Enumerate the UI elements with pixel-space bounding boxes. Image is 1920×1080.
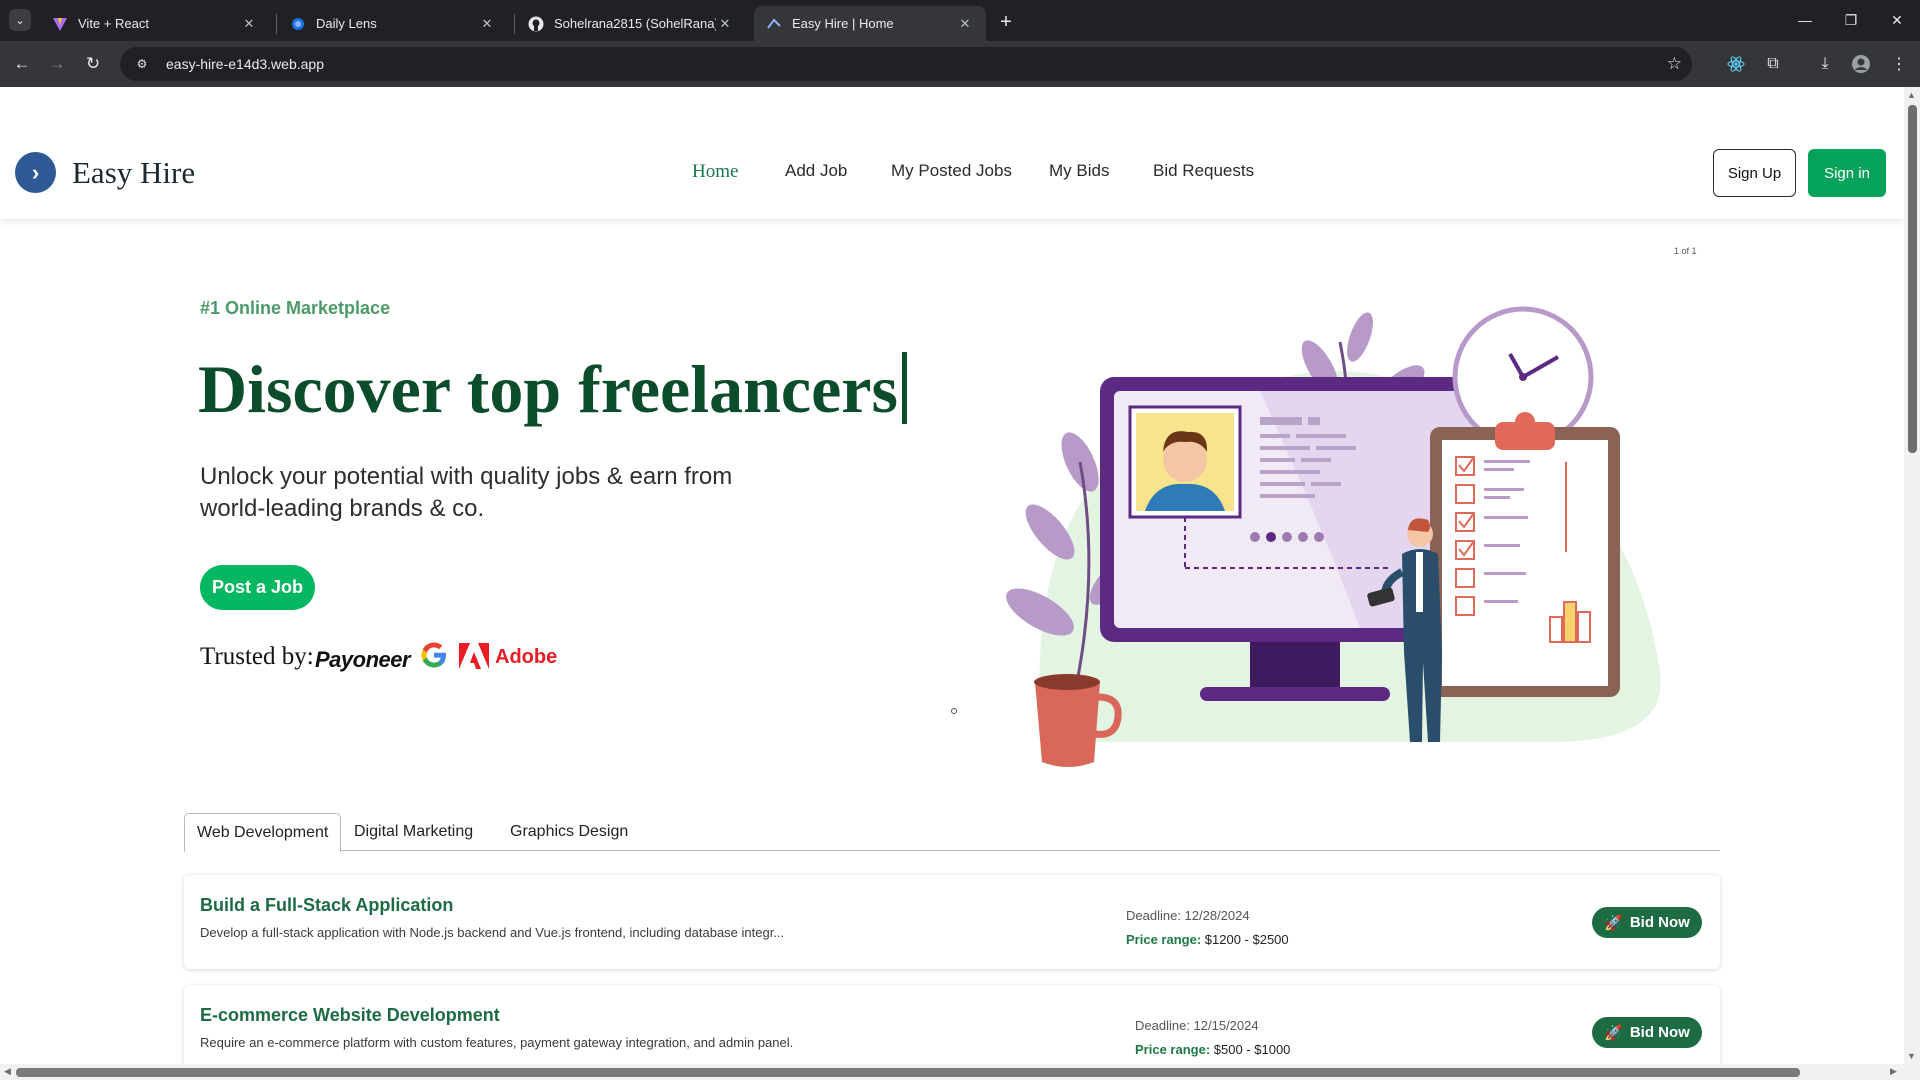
payoneer-logo: Payoneer <box>315 647 411 672</box>
downloads-icon[interactable]: ⤓ <box>1813 52 1837 76</box>
google-logo-icon <box>418 639 450 676</box>
trusted-by-label: Trusted by: <box>200 643 314 670</box>
tab-divider <box>276 14 277 34</box>
tab-web-development[interactable]: Web Development <box>184 813 342 852</box>
tab-title: Easy Hire | Home <box>792 16 894 31</box>
scroll-down-arrow-icon[interactable]: ▼ <box>1907 1051 1916 1061</box>
horizontal-scrollbar[interactable]: ◀ ▶ <box>0 1064 1920 1080</box>
close-window-icon[interactable]: ✕ <box>1874 8 1920 32</box>
horizontal-scroll-thumb[interactable] <box>16 1068 1800 1077</box>
adobe-logo-icon <box>459 643 489 674</box>
vite-icon <box>52 16 68 32</box>
job-card: Build a Full-Stack Application Develop a… <box>184 875 1720 969</box>
tab-title: Daily Lens <box>316 16 377 31</box>
url-text[interactable]: easy-hire-e14d3.web.app <box>166 56 324 72</box>
extensions-icon[interactable]: ⧉ <box>1761 52 1785 76</box>
vertical-scrollbar[interactable]: ▲ ▼ <box>1904 87 1920 1064</box>
tab-divider <box>514 14 515 34</box>
post-a-job-button[interactable]: Post a Job <box>200 565 315 610</box>
profile-avatar-icon[interactable] <box>1849 52 1873 76</box>
forward-icon[interactable]: → <box>43 50 71 78</box>
nav-my-bids[interactable]: My Bids <box>1049 161 1109 181</box>
tab-search-dropdown[interactable]: ⌄ <box>9 9 31 31</box>
globe-icon <box>290 16 306 32</box>
new-tab-icon[interactable]: + <box>994 10 1018 34</box>
scroll-right-arrow-icon[interactable]: ▶ <box>1890 1066 1897 1077</box>
back-icon[interactable]: ← <box>8 50 36 78</box>
price-label: Price range: <box>1135 1042 1211 1057</box>
minimize-icon[interactable]: — <box>1782 8 1828 32</box>
github-icon <box>528 16 544 32</box>
hero-eyebrow: #1 Online Marketplace <box>200 298 391 318</box>
close-icon[interactable]: ✕ <box>478 15 496 33</box>
browser-toolbar: ← → ↻ ⚙ easy-hire-e14d3.web.app ☆ ⧉ ⤓ ⋮ <box>0 41 1920 87</box>
tab-title: Vite + React <box>78 16 149 31</box>
browser-tabstrip: ⌄ Vite + React ✕ Daily Lens ✕ Sohelrana2… <box>0 0 1920 41</box>
rocket-icon: 🚀 <box>1604 1024 1623 1042</box>
nav-home[interactable]: Home <box>692 161 738 183</box>
browser-tab-github[interactable]: Sohelrana2815 (SohelRana) ✕ <box>516 6 746 41</box>
browser-tab-vite[interactable]: Vite + React ✕ <box>40 6 270 41</box>
site-header: › Easy Hire Home Add Job My Posted Jobs … <box>0 87 1904 219</box>
bookmark-star-icon[interactable]: ☆ <box>1667 54 1682 74</box>
hero-illustration <box>1006 306 1661 767</box>
logo-icon[interactable]: › <box>15 152 56 193</box>
job-price: Price range: $1200 - $2500 <box>1126 932 1289 947</box>
reload-icon[interactable]: ↻ <box>79 50 107 78</box>
job-deadline: Deadline: 12/15/2024 <box>1135 1018 1259 1033</box>
brand-name[interactable]: Easy Hire <box>72 155 195 191</box>
close-icon[interactable]: ✕ <box>716 15 734 33</box>
vertical-scroll-thumb[interactable] <box>1908 105 1917 453</box>
adobe-logo-text: Adobe <box>495 646 558 668</box>
scroll-left-arrow-icon[interactable]: ◀ <box>4 1066 11 1077</box>
typing-caret <box>901 352 907 424</box>
slide-counter: 1 of 1 <box>1674 246 1697 256</box>
price-value: $500 - $1000 <box>1213 1042 1291 1057</box>
site-info-icon[interactable]: ⚙ <box>132 54 152 74</box>
category-tablist: Web Development Digital Marketing Graphi… <box>184 813 1720 852</box>
hero-subtitle: Unlock your potential with quality jobs … <box>200 463 733 522</box>
sign-up-button[interactable]: Sign Up <box>1713 149 1796 197</box>
job-deadline: Deadline: 12/28/2024 <box>1126 908 1250 923</box>
menu-kebab-icon[interactable]: ⋮ <box>1887 52 1911 76</box>
hero-title: Discover top freelancers <box>198 350 907 429</box>
job-description: Require an e-commerce platform with cust… <box>200 1035 794 1050</box>
job-title[interactable]: E-commerce Website Development <box>200 1005 500 1026</box>
job-price: Price range: $500 - $1000 <box>1135 1042 1290 1057</box>
job-description: Develop a full-stack application with No… <box>200 925 785 940</box>
bid-now-button[interactable]: 🚀 Bid Now <box>1592 1017 1702 1048</box>
browser-tab-daily-lens[interactable]: Daily Lens ✕ <box>278 6 508 41</box>
tab-digital-marketing[interactable]: Digital Marketing <box>342 813 485 851</box>
restore-icon[interactable]: ❐ <box>1828 8 1874 32</box>
page-viewport: › Easy Hire Home Add Job My Posted Jobs … <box>0 87 1904 1064</box>
hero-title-text: Discover top freelancers <box>198 351 898 427</box>
slider-indicator-dot[interactable] <box>951 708 957 714</box>
close-icon[interactable]: ✕ <box>956 15 974 33</box>
bid-now-label: Bid Now <box>1629 1024 1690 1041</box>
address-bar[interactable]: ⚙ easy-hire-e14d3.web.app ☆ <box>120 47 1692 81</box>
browser-tab-easy-hire[interactable]: Easy Hire | Home ✕ <box>754 6 986 41</box>
close-icon[interactable]: ✕ <box>240 15 258 33</box>
rocket-icon: 🚀 <box>1604 914 1623 932</box>
scroll-up-arrow-icon[interactable]: ▲ <box>1907 90 1916 100</box>
nav-my-posted-jobs[interactable]: My Posted Jobs <box>891 161 1012 181</box>
price-value: $1200 - $2500 <box>1204 932 1289 947</box>
nav-bid-requests[interactable]: Bid Requests <box>1153 161 1254 181</box>
react-devtools-icon[interactable] <box>1724 52 1748 76</box>
tab-graphics-design[interactable]: Graphics Design <box>498 813 640 851</box>
job-card: E-commerce Website Development Require a… <box>184 985 1720 1064</box>
sign-in-button[interactable]: Sign in <box>1808 149 1886 197</box>
bid-now-label: Bid Now <box>1629 914 1690 931</box>
job-title[interactable]: Build a Full-Stack Application <box>200 895 453 916</box>
nav-add-job[interactable]: Add Job <box>785 161 847 181</box>
bid-now-button[interactable]: 🚀 Bid Now <box>1592 907 1702 938</box>
price-label: Price range: <box>1126 932 1202 947</box>
site-icon <box>766 16 782 32</box>
tab-title: Sohelrana2815 (SohelRana) <box>554 16 716 31</box>
